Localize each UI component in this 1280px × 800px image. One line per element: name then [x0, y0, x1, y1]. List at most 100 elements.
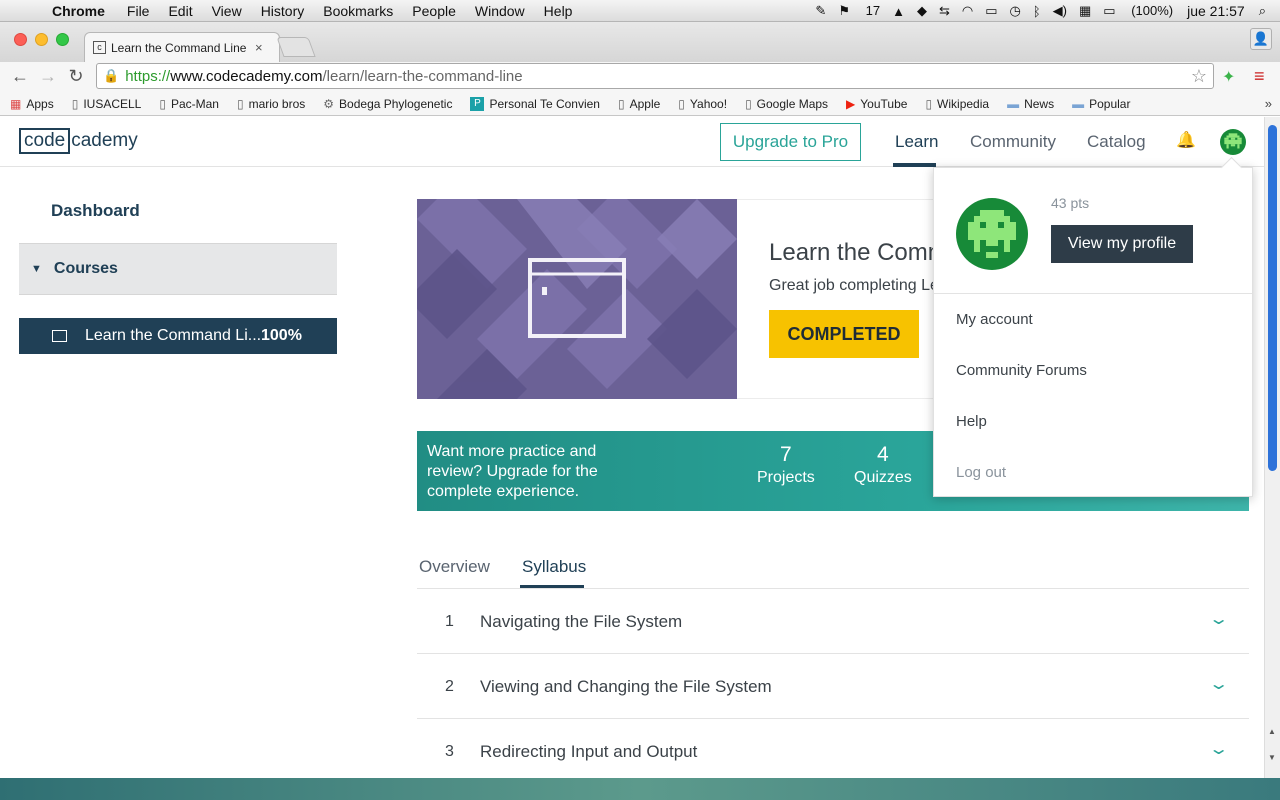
nav-catalog[interactable]: Catalog [1087, 132, 1146, 152]
minimize-window-button[interactable] [35, 33, 48, 46]
sidebar-course-item[interactable]: Learn the Command Li... 100% [19, 318, 337, 354]
dropdown-divider [934, 293, 1252, 294]
dropbox-icon[interactable]: ◆ [917, 3, 927, 19]
address-bar[interactable]: 🔒 https://www.codecademy.com/learn/learn… [96, 63, 1214, 89]
notification-icon[interactable]: ⚑ 17 [838, 3, 880, 19]
menu-app-name[interactable]: Chrome [52, 3, 105, 19]
syllabus-row-number: 1 [445, 613, 454, 630]
tab-syllabus[interactable]: Syllabus [522, 557, 586, 577]
nav-learn[interactable]: Learn [895, 132, 938, 152]
flag-icon[interactable]: ▦ [1079, 3, 1091, 19]
bookmark-wikipedia[interactable]: ▯ Wikipedia [925, 97, 989, 111]
folder-icon: ▬ [1072, 96, 1085, 111]
battery-icon[interactable]: ▭ (100%) [1103, 3, 1173, 19]
drive-icon[interactable]: ▲ [892, 4, 905, 19]
teamviewer-icon[interactable]: ⇆ [939, 3, 950, 19]
close-tab-icon[interactable]: × [255, 40, 263, 55]
page-icon: ▯ [745, 96, 752, 111]
bookmark-label: Personal Te Convien [489, 96, 600, 111]
new-tab-button[interactable] [276, 37, 316, 57]
bookmark-label: Popular [1089, 96, 1131, 111]
browser-window: c Learn the Command Line | Codecademy × … [0, 22, 1280, 778]
syllabus-row-1[interactable]: 1 Navigating the File System ⌄ [417, 589, 1249, 654]
display-icon[interactable]: ▭ [985, 3, 997, 19]
bookmarks-overflow-icon[interactable]: » [1265, 96, 1272, 111]
menu-help[interactable]: Help [544, 3, 573, 19]
browser-toolbar: ← → ↻ 🔒 https://www.codecademy.com/learn… [0, 62, 1280, 92]
browser-profile-icon[interactable]: 👤 [1250, 28, 1272, 50]
chevron-down-icon[interactable]: ⌄ [1208, 674, 1229, 694]
user-avatar[interactable] [1220, 129, 1246, 155]
menu-view[interactable]: View [212, 3, 242, 19]
dropdown-avatar[interactable] [956, 198, 1028, 270]
bookmark-news[interactable]: ▬ News [1007, 97, 1054, 111]
codecademy-logo[interactable]: code cademy [19, 128, 138, 154]
extension-icon[interactable]: ✦ [1222, 67, 1235, 87]
notification-count: 17 [865, 3, 881, 18]
forward-arrow-icon[interactable]: → [37, 66, 59, 87]
syllabus-row-2[interactable]: 2 Viewing and Changing the File System ⌄ [417, 654, 1249, 719]
menu-edit[interactable]: Edit [168, 3, 192, 19]
page-icon: ▯ [617, 96, 625, 111]
tab-overview[interactable]: Overview [419, 557, 490, 577]
sidebar-dashboard-link[interactable]: Dashboard [51, 201, 140, 221]
completed-button[interactable]: COMPLETED [769, 310, 919, 358]
bookmark-bodega[interactable]: ⚙ Bodega Phylogenetic [323, 97, 452, 111]
bookmark-pac-man[interactable]: ▯ Pac-Man [159, 97, 219, 111]
menu-log-out[interactable]: Log out [956, 464, 1006, 481]
menu-people[interactable]: People [412, 3, 456, 19]
bluetooth-icon[interactable]: ᛒ [1033, 4, 1041, 19]
bookmark-youtube[interactable]: ▶ YouTube [846, 97, 907, 111]
syllabus-row-title: Redirecting Input and Output [480, 742, 698, 761]
evernote-icon[interactable]: ✎ [815, 3, 826, 19]
nav-active-indicator [893, 163, 936, 167]
scroll-down-icon[interactable]: ▼ [1268, 753, 1276, 762]
bookmark-google-maps[interactable]: ▯ Google Maps [745, 97, 828, 111]
upgrade-to-pro-button[interactable]: Upgrade to Pro [720, 123, 861, 161]
page-icon: ▯ [159, 96, 166, 111]
chrome-menu-icon[interactable]: ≡ [1254, 66, 1265, 87]
bookmark-apple[interactable]: ▯ Apple [618, 97, 660, 111]
close-window-button[interactable] [14, 33, 27, 46]
menu-help-link[interactable]: Help [956, 413, 987, 430]
hero-pattern-graphic [417, 199, 737, 399]
url-path: /learn/learn-the-command-line [322, 67, 523, 85]
clock[interactable]: jue 21:57 [1187, 3, 1245, 19]
bookmark-mario-bros[interactable]: ▯ mario bros [237, 97, 305, 111]
spotlight-search-icon[interactable]: ⌕ [1259, 3, 1266, 19]
page-scrollbar[interactable]: ▲ ▼ [1264, 117, 1280, 778]
browser-tab-active[interactable]: c Learn the Command Line | Codecademy × [84, 32, 280, 62]
stat-projects-count: 7 [780, 443, 792, 466]
time-machine-icon[interactable]: ◷ [1010, 3, 1021, 19]
bookmark-yahoo[interactable]: ▯ Yahoo! [678, 97, 727, 111]
reload-icon[interactable]: ↻ [65, 66, 87, 87]
scrollbar-thumb[interactable] [1268, 125, 1277, 471]
bookmark-label: News [1024, 96, 1055, 111]
bookmark-apps[interactable]: ▦ Apps [10, 97, 54, 111]
menu-community-forums[interactable]: Community Forums [956, 362, 1087, 379]
view-profile-button[interactable]: View my profile [1051, 225, 1193, 263]
back-arrow-icon[interactable]: ← [9, 66, 31, 87]
menu-file[interactable]: File [127, 3, 150, 19]
nav-community[interactable]: Community [970, 132, 1056, 152]
bookmark-popular[interactable]: ▬ Popular [1072, 97, 1130, 111]
bell-icon[interactable]: 🔔 [1176, 130, 1196, 150]
scroll-up-icon[interactable]: ▲ [1268, 727, 1276, 736]
volume-icon[interactable]: ◀) [1053, 3, 1067, 19]
bookmark-personal[interactable]: P Personal Te Convien [470, 96, 600, 111]
bookmark-iusacell[interactable]: ▯ IUSACELL [72, 97, 142, 111]
menu-history[interactable]: History [261, 3, 305, 19]
syllabus-row-3[interactable]: 3 Redirecting Input and Output ⌄ [417, 719, 1249, 778]
bookmark-star-icon[interactable]: ☆ [1191, 66, 1207, 87]
tab-strip: c Learn the Command Line | Codecademy × … [0, 22, 1280, 62]
menu-bookmarks[interactable]: Bookmarks [323, 3, 393, 19]
sidebar-courses-toggle[interactable]: ▼ Courses [19, 243, 337, 295]
battery-level: (100%) [1131, 3, 1174, 18]
wifi-icon[interactable]: ◠ [962, 3, 973, 19]
menu-my-account[interactable]: My account [956, 311, 1033, 328]
chevron-down-icon[interactable]: ⌄ [1208, 609, 1229, 629]
chevron-down-icon[interactable]: ⌄ [1208, 739, 1229, 759]
zoom-window-button[interactable] [56, 33, 69, 46]
stat-projects-label: Projects [757, 469, 815, 486]
menu-window[interactable]: Window [475, 3, 525, 19]
